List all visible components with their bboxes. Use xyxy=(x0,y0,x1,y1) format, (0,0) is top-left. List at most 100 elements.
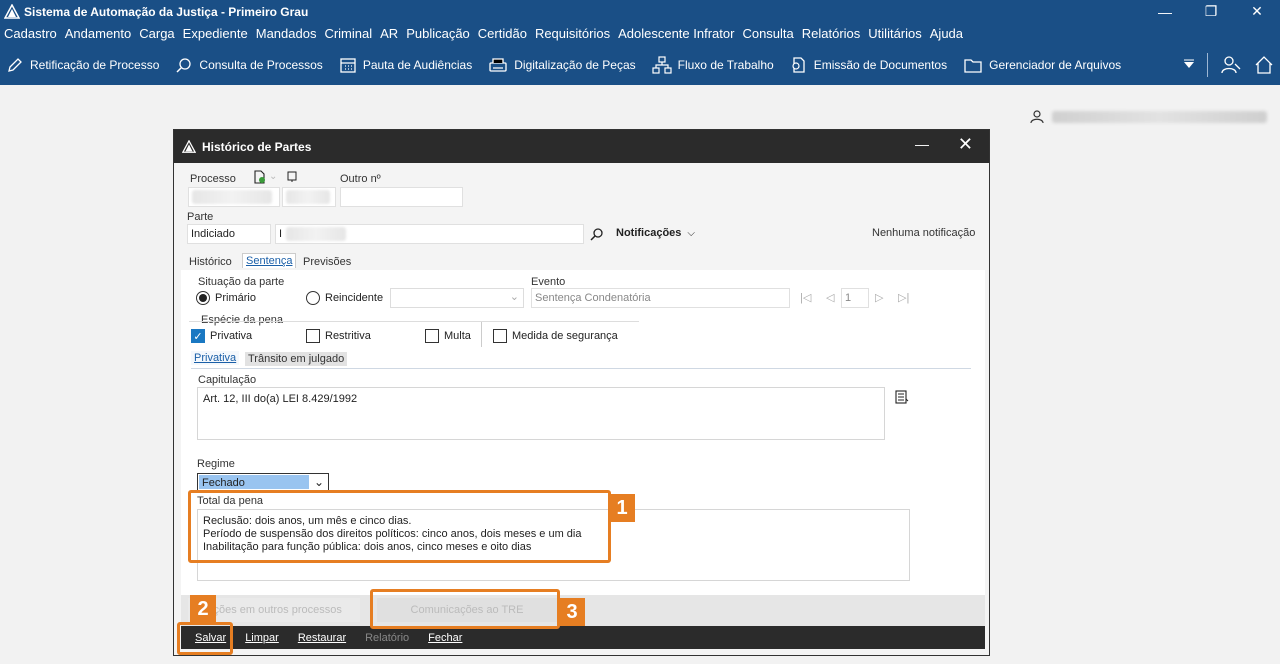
parte-nome-field[interactable]: I xyxy=(275,224,584,244)
privativa-label: Privativa xyxy=(210,330,253,342)
capitulacao-textarea[interactable]: Art. 12, III do(a) LEI 8.429/1992 xyxy=(197,387,885,440)
privativa-checkbox[interactable]: ✓ Privativa xyxy=(191,329,252,343)
notificacoes-dropdown[interactable]: Notificações ⌵ xyxy=(616,227,695,239)
menu-relatorios[interactable]: Relatórios xyxy=(802,26,861,41)
toolbar-consulta-button[interactable]: Consulta de Processos xyxy=(175,56,323,74)
toolbar-digitalizacao-button[interactable]: Digitalização de Peças xyxy=(488,56,636,74)
outro-numero-field[interactable] xyxy=(340,187,463,207)
menu-publicacao[interactable]: Publicação xyxy=(406,26,470,41)
medida-seguranca-checkbox[interactable]: Medida de segurança xyxy=(493,329,618,343)
divider xyxy=(191,368,971,369)
historico-partes-dialog: Histórico de Partes — ✕ Processo ⌄ Outro… xyxy=(173,129,990,656)
action-bar: Salvar Limpar Restaurar Relatório Fechar xyxy=(181,626,985,649)
app-logo-icon xyxy=(182,139,196,153)
callout-1-frame xyxy=(188,490,611,563)
tab-sentenca[interactable]: Sentença xyxy=(242,253,297,268)
limpar-button[interactable]: Limpar xyxy=(245,632,279,644)
search-icon xyxy=(176,57,192,73)
bookmark-icon[interactable] xyxy=(286,171,298,183)
dialog-title: Histórico de Partes xyxy=(202,139,312,154)
menu-ar[interactable]: AR xyxy=(380,26,398,41)
toolbar-emissao-button[interactable]: Emissão de Documentos xyxy=(790,56,947,74)
tab-previsoes[interactable]: Previsões xyxy=(300,255,354,269)
evento-label: Evento xyxy=(531,276,566,288)
home-icon[interactable] xyxy=(1254,55,1274,75)
restritiva-checkbox[interactable]: Restritiva xyxy=(306,329,371,343)
next-page-icon[interactable]: ▷ xyxy=(875,291,883,304)
divider xyxy=(1207,52,1208,77)
parte-label: Parte xyxy=(187,211,214,223)
subtab-privativa[interactable]: Privativa xyxy=(191,351,240,365)
app-header: Sistema de Automação da Justiça - Primei… xyxy=(0,0,1280,85)
reincidente-radio[interactable]: Reincidente xyxy=(306,291,383,305)
divider xyxy=(481,321,482,347)
menu-ajuda[interactable]: Ajuda xyxy=(930,26,963,41)
users-icon[interactable] xyxy=(1220,55,1242,75)
toolbar-fluxo-button[interactable]: Fluxo de Trabalho xyxy=(652,55,774,74)
restore-icon[interactable]: ❐ xyxy=(1188,0,1234,23)
toolbar-retificacao-button[interactable]: Retificação de Processo xyxy=(6,56,159,74)
toolbar: Retificação de Processo Consulta de Proc… xyxy=(0,44,1280,85)
evento-field[interactable]: Sentença Condenatória xyxy=(531,288,790,308)
toolbar-label: Digitalização de Peças xyxy=(514,57,636,72)
menu-utilitarios[interactable]: Utilitários xyxy=(868,26,921,41)
subtab-transito-julgado[interactable]: Trânsito em julgado xyxy=(245,352,348,366)
callout-3-badge: 3 xyxy=(559,598,585,626)
multa-checkbox[interactable]: Multa xyxy=(425,329,471,343)
restaurar-button[interactable]: Restaurar xyxy=(298,632,346,644)
chevron-down-icon[interactable]: ⌄ xyxy=(269,171,277,182)
minimize-icon[interactable]: — xyxy=(915,136,929,152)
toolbar-label: Fluxo de Trabalho xyxy=(677,57,774,72)
callout-2-frame xyxy=(177,622,233,655)
fechar-button[interactable]: Fechar xyxy=(428,632,462,644)
regime-label: Regime xyxy=(197,458,235,470)
menu-carga[interactable]: Carga xyxy=(139,26,174,41)
search-icon[interactable] xyxy=(590,227,604,241)
menu-adolescente-infrator[interactable]: Adolescente Infrator xyxy=(618,26,734,41)
prev-page-icon[interactable]: ◁ xyxy=(826,291,834,304)
tab-historico[interactable]: Histórico xyxy=(186,255,235,269)
toolbar-label: Pauta de Audiências xyxy=(362,57,473,72)
redacted-value xyxy=(286,190,330,204)
reincidente-select[interactable]: ⌄ xyxy=(390,288,524,308)
callout-2-badge: 2 xyxy=(190,595,216,623)
last-page-icon[interactable]: ▷| xyxy=(898,291,909,304)
app-logo-icon xyxy=(4,3,20,19)
chevron-down-icon: ⌄ xyxy=(509,291,519,303)
regime-value: Fechado xyxy=(199,475,309,489)
menu-consulta[interactable]: Consulta xyxy=(742,26,793,41)
primario-radio[interactable]: Primário xyxy=(196,291,256,305)
menu-cadastro[interactable]: Cadastro xyxy=(4,26,57,41)
capitulacao-label: Capitulação xyxy=(198,374,257,386)
dropdown-arrow-icon[interactable] xyxy=(1183,59,1195,71)
toolbar-label: Gerenciador de Arquivos xyxy=(989,57,1122,72)
parte-nome-value: I xyxy=(279,228,283,240)
restritiva-label: Restritiva xyxy=(325,330,371,342)
menu-expediente[interactable]: Expediente xyxy=(183,26,248,41)
callout-3-frame xyxy=(370,589,560,629)
menu-requisitorios[interactable]: Requisitórios xyxy=(535,26,610,41)
especie-label: Espécie da pena xyxy=(201,314,283,326)
window-controls: — ❐ ✕ xyxy=(1142,0,1280,23)
menu-mandados[interactable]: Mandados xyxy=(256,26,317,41)
new-document-icon[interactable] xyxy=(253,170,267,184)
scanner-icon xyxy=(489,57,507,72)
menu-criminal[interactable]: Criminal xyxy=(324,26,372,41)
regime-select[interactable]: Fechado ⌄ xyxy=(197,473,329,491)
menu-certidao[interactable]: Certidão xyxy=(478,26,527,41)
list-edit-icon[interactable] xyxy=(895,390,909,404)
toolbar-pauta-button[interactable]: Pauta de Audiências xyxy=(339,56,472,74)
menu-andamento[interactable]: Andamento xyxy=(65,26,132,41)
evento-page-field[interactable]: 1 xyxy=(841,288,869,308)
folder-icon xyxy=(964,58,982,73)
first-page-icon[interactable]: |◁ xyxy=(800,291,811,304)
relatorio-button[interactable]: Relatório xyxy=(365,632,409,644)
pencil-icon xyxy=(8,57,22,72)
close-icon[interactable]: ✕ xyxy=(1234,0,1280,23)
processo-field-1[interactable] xyxy=(188,187,280,207)
parte-tipo-field[interactable]: Indiciado xyxy=(187,224,271,244)
toolbar-gerenciador-button[interactable]: Gerenciador de Arquivos xyxy=(963,56,1121,74)
minimize-icon[interactable]: — xyxy=(1142,0,1188,23)
close-icon[interactable]: ✕ xyxy=(958,134,973,155)
processo-field-2[interactable] xyxy=(282,187,336,207)
